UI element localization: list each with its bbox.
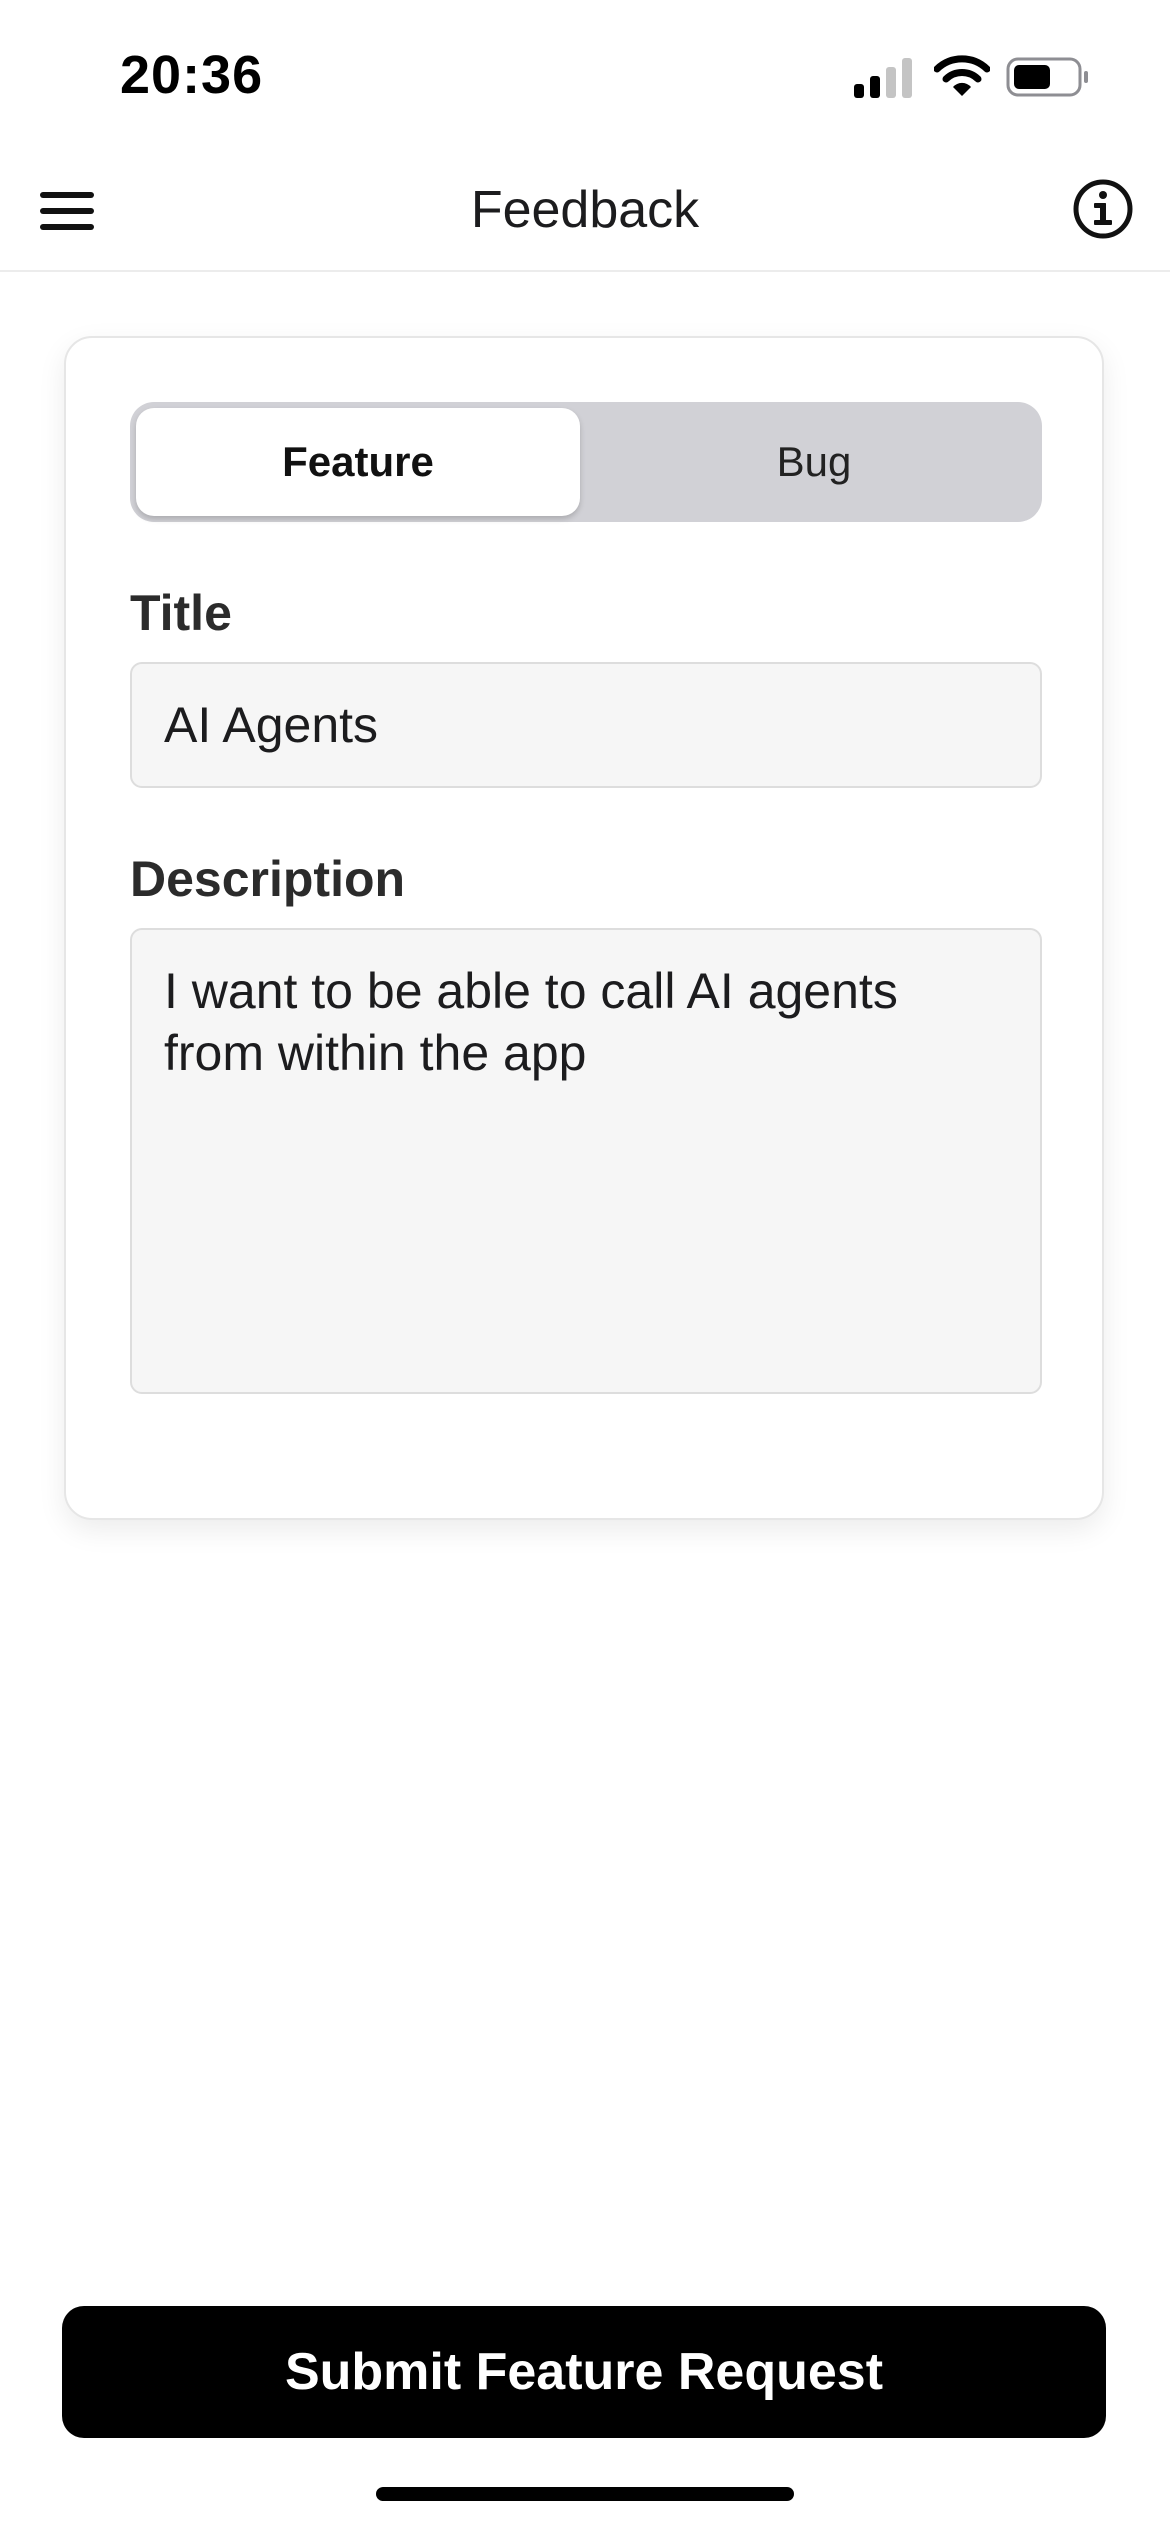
signal-icon xyxy=(854,58,912,98)
status-time: 20:36 xyxy=(120,45,264,105)
page-title: Feedback xyxy=(470,181,700,239)
description-label: Description xyxy=(130,851,406,907)
feedback-type-segmented-control: Feature Bug xyxy=(130,402,1042,522)
submit-feature-request-button[interactable]: Submit Feature Request xyxy=(62,2306,1106,2438)
feedback-form-card: Feature Bug Title AI Agents Description … xyxy=(64,336,1104,1520)
title-label: Title xyxy=(130,585,232,641)
segment-feature[interactable]: Feature xyxy=(136,408,580,516)
home-indicator xyxy=(376,2487,794,2501)
navigation-bar: Feedback xyxy=(0,150,1170,272)
status-bar: 20:36 xyxy=(0,0,1170,150)
info-icon[interactable] xyxy=(1072,178,1134,240)
segment-bug[interactable]: Bug xyxy=(592,408,1036,516)
battery-icon xyxy=(1006,57,1088,97)
title-input[interactable]: AI Agents xyxy=(130,662,1042,788)
wifi-icon xyxy=(934,55,990,96)
description-textarea[interactable]: I want to be able to call AI agents from… xyxy=(130,928,1042,1394)
